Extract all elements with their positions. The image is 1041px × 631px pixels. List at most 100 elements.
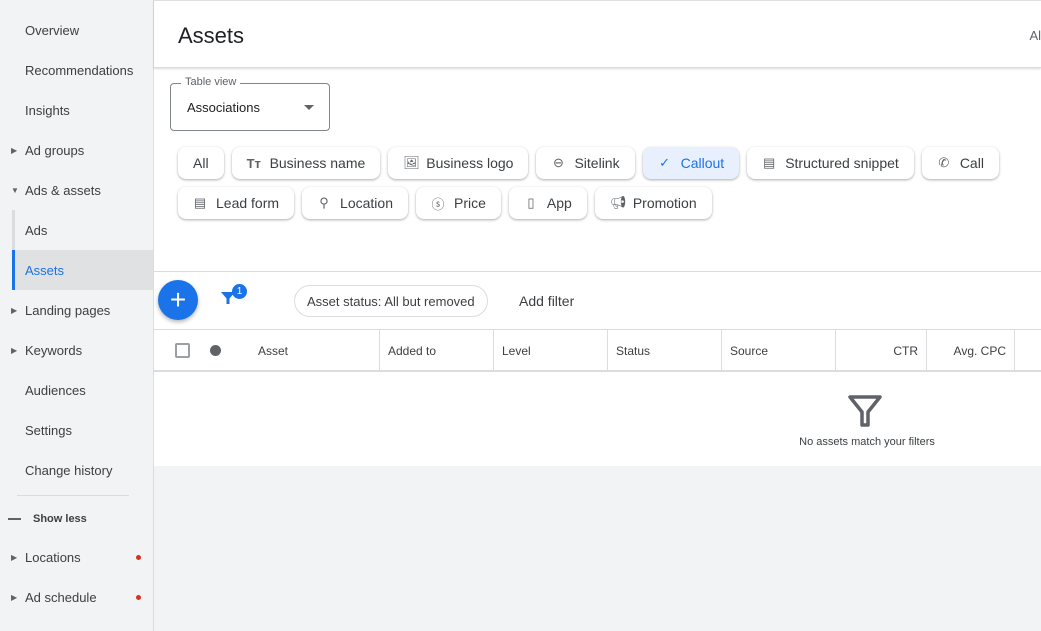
chip-label: Location	[340, 195, 393, 211]
chip-all[interactable]: All	[178, 147, 224, 179]
nav-label: Ad schedule	[25, 589, 97, 605]
nav-insights[interactable]: Insights	[0, 90, 153, 130]
dropdown-arrow-icon	[304, 105, 314, 110]
col-label: CTR	[893, 343, 918, 358]
nav-label: Overview	[25, 22, 80, 38]
caret-right-icon: ▶	[11, 345, 18, 355]
chip-location[interactable]: ⚲ Location	[302, 187, 408, 219]
nav-label: Landing pages	[25, 302, 111, 318]
form-icon: ▤	[193, 195, 207, 210]
header-right-text[interactable]: Al	[1029, 28, 1041, 43]
table-header: Asset Added to Level Status Source CTR A…	[154, 329, 1041, 372]
caret-down-icon: ▼	[11, 185, 19, 195]
nav-recommendations[interactable]: Recommendations	[0, 50, 153, 90]
chip-business-name[interactable]: Tт Business name	[231, 147, 381, 179]
asset-status-filter[interactable]: Asset status: All but removed	[294, 285, 488, 317]
caret-right-icon: ▶	[11, 592, 18, 602]
section-divider	[154, 271, 1041, 272]
chip-label: Callout	[680, 155, 725, 171]
check-icon: ✓	[659, 155, 671, 170]
add-asset-button[interactable]: +	[158, 280, 198, 320]
chip-price[interactable]: ⓢ Price	[415, 187, 501, 219]
plus-icon: +	[169, 284, 187, 315]
col-status[interactable]: Status	[607, 330, 721, 371]
nav-label: Locations	[25, 549, 81, 565]
sidebar-divider	[17, 495, 129, 496]
nav-label: Ad groups	[25, 142, 85, 158]
col-level[interactable]: Level	[493, 330, 607, 371]
nav-change-history[interactable]: Change history	[0, 450, 153, 490]
chip-promotion[interactable]: 📢︎ Promotion	[594, 187, 712, 219]
nav-ads-assets[interactable]: ▼ Ads & assets	[0, 170, 153, 210]
nav-ads[interactable]: Ads	[12, 210, 153, 250]
nav-settings[interactable]: Settings	[0, 410, 153, 450]
chip-lead-form[interactable]: ▤ Lead form	[178, 187, 295, 219]
chip-call[interactable]: ✆ Call	[921, 147, 999, 179]
link-icon: ⊖	[553, 155, 564, 170]
nav-label: Insights	[25, 102, 70, 118]
nav-audiences[interactable]: Audiences	[0, 370, 153, 410]
col-label: Asset	[258, 343, 289, 358]
col-asset[interactable]: Asset	[250, 330, 380, 371]
empty-state-message: No assets match your filters	[799, 436, 935, 448]
minus-icon	[8, 518, 21, 520]
col-avg-cpc[interactable]: Avg. CPC	[926, 330, 1015, 371]
chip-label: Price	[453, 195, 486, 211]
alert-dot-icon	[136, 554, 141, 560]
col-label: Avg. CPC	[953, 343, 1006, 358]
filter-count-badge: 1	[232, 284, 247, 299]
phone-device-icon: ▯	[527, 195, 535, 210]
megaphone-icon: 📢︎	[609, 195, 627, 210]
chip-app[interactable]: ▯ App	[508, 187, 587, 219]
caret-right-icon: ▶	[11, 305, 18, 315]
chip-label: All	[193, 155, 209, 171]
chip-label: Call	[959, 155, 984, 171]
col-added-to[interactable]: Added to	[379, 330, 493, 371]
page-header: Assets Al	[154, 0, 1041, 68]
show-less-button[interactable]: Show less	[0, 499, 153, 539]
chip-label: Structured snippet	[785, 155, 899, 171]
main-panel: Assets Al Table view Associations All Tт…	[154, 0, 1041, 466]
location-pin-icon: ⚲	[319, 195, 329, 210]
nav-ad-schedule[interactable]: ▶ Ad schedule	[0, 577, 153, 617]
nav-keywords[interactable]: ▶ Keywords	[0, 330, 153, 370]
nav-label: Audiences	[25, 382, 86, 398]
chip-structured-snippet[interactable]: ▤ Structured snippet	[747, 147, 914, 179]
show-less-label: Show less	[33, 513, 87, 525]
chip-label: Promotion	[632, 195, 697, 211]
sidebar: Overview Recommendations Insights ▶ Ad gr…	[0, 0, 154, 631]
table-view-value: Associations	[187, 100, 260, 115]
asset-type-chips-row1: All Tт Business name 🖼︎ Business logo ⊖ Sit…	[178, 147, 1038, 179]
caret-right-icon: ▶	[11, 552, 18, 562]
col-label: Status	[616, 343, 651, 358]
chip-callout[interactable]: ✓ Callout	[642, 147, 740, 179]
asset-type-chips-row2: ▤ Lead form ⚲ Location ⓢ Price ▯ App 📢︎ Promo…	[178, 187, 1038, 219]
dollar-icon: ⓢ	[431, 196, 445, 212]
nav-assets[interactable]: Assets	[12, 250, 153, 290]
caret-right-icon: ▶	[11, 145, 18, 155]
table-view-select[interactable]: Table view Associations	[170, 76, 330, 131]
chip-label: Sitelink	[574, 155, 620, 171]
table-view-label: Table view	[181, 76, 241, 88]
col-label: Level	[502, 343, 531, 358]
chip-sitelink[interactable]: ⊖ Sitelink	[536, 147, 635, 179]
nav-label: Keywords	[25, 342, 83, 358]
nav-label: Assets	[25, 262, 65, 278]
page-title: Assets	[178, 23, 245, 48]
col-source[interactable]: Source	[721, 330, 835, 371]
phone-icon: ✆	[938, 155, 950, 170]
nav-locations[interactable]: ▶ Locations	[0, 537, 153, 577]
col-label: Added to	[388, 343, 437, 358]
chip-label: Business logo	[426, 155, 514, 171]
nav-landing-pages[interactable]: ▶ Landing pages	[0, 290, 153, 330]
nav-label: Recommendations	[25, 62, 134, 78]
chip-label: Business name	[269, 155, 366, 171]
col-ctr[interactable]: CTR	[835, 330, 926, 371]
nav-label: Settings	[25, 422, 72, 438]
add-filter-button[interactable]: Add filter	[519, 293, 574, 309]
select-all-checkbox[interactable]	[175, 343, 190, 358]
nav-ad-groups[interactable]: ▶ Ad groups	[0, 130, 153, 170]
nav-overview[interactable]: Overview	[0, 10, 153, 50]
chip-business-logo[interactable]: 🖼︎ Business logo	[388, 147, 529, 179]
chip-label: Lead form	[216, 195, 280, 211]
